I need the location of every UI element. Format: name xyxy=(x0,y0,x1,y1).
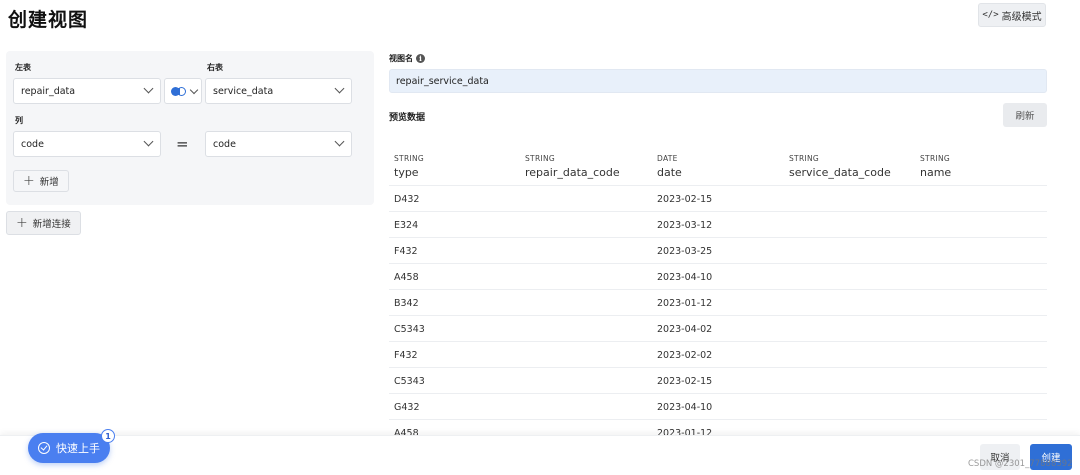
left-column-select[interactable]: code xyxy=(13,131,161,157)
table-cell: 2023-02-02 xyxy=(657,350,713,361)
table-row: D432 2023-02-15 xyxy=(389,186,1047,212)
column-type: STRING xyxy=(394,154,424,163)
table-row: G432 2023-04-10 xyxy=(389,394,1047,420)
table-cell: 2023-04-10 xyxy=(657,272,713,283)
column-header: STRING name xyxy=(920,154,951,179)
column-type: STRING xyxy=(525,154,555,163)
code-icon: </> xyxy=(982,10,999,20)
join-venn-icon xyxy=(171,86,186,96)
table-cell: 2023-04-02 xyxy=(657,324,713,335)
join-type-select[interactable] xyxy=(164,78,202,104)
chevron-down-icon xyxy=(143,136,154,147)
column-header: STRING repair_data_code xyxy=(525,154,620,179)
column-type: STRING xyxy=(789,154,819,163)
table-cell: B342 xyxy=(394,298,419,309)
quick-start-label: 快速上手 xyxy=(56,442,100,455)
table-cell: 2023-03-12 xyxy=(657,220,713,231)
chevron-down-icon xyxy=(334,136,345,147)
add-join-label: 新增连接 xyxy=(32,219,71,230)
table-cell: C5343 xyxy=(394,324,425,335)
add-condition-label: 新增 xyxy=(39,177,59,188)
left-table-label: 左表 xyxy=(15,63,31,72)
table-cell: 2023-02-15 xyxy=(657,376,713,387)
table-row: E324 2023-03-12 xyxy=(389,212,1047,238)
column-name: service_data_code xyxy=(789,166,891,179)
column-type: DATE xyxy=(657,154,678,163)
table-cell: F432 xyxy=(394,350,418,361)
right-table-value: service_data xyxy=(213,85,274,97)
join-config-panel: 左表 右表 repair_data service_data 列 code = … xyxy=(6,51,374,205)
advanced-mode-button[interactable]: </> 高级模式 xyxy=(978,3,1046,27)
add-join-button[interactable]: + 新增连接 xyxy=(6,211,81,235)
add-condition-button[interactable]: + 新增 xyxy=(13,170,69,192)
table-row: C5343 2023-04-02 xyxy=(389,316,1047,342)
table-header: STRING type STRING repair_data_code DATE da… xyxy=(389,149,1047,186)
table-cell: E324 xyxy=(394,220,419,231)
table-cell: D432 xyxy=(394,194,420,205)
preview-label: 预览数据 xyxy=(389,113,426,123)
chevron-down-icon xyxy=(143,83,154,94)
column-header: DATE date xyxy=(657,154,682,179)
column-header: STRING service_data_code xyxy=(789,154,891,179)
footer-bar xyxy=(0,435,1080,475)
view-name-label-text: 视图名 xyxy=(389,54,413,63)
table-cell: F432 xyxy=(394,246,418,257)
table-cell: A458 xyxy=(394,272,419,283)
column-name: date xyxy=(657,166,682,179)
right-table-label: 右表 xyxy=(207,63,223,72)
refresh-button[interactable]: 刷新 xyxy=(1003,103,1047,127)
page-title: 创建视图 xyxy=(8,9,89,31)
table-row: A458 2023-04-10 xyxy=(389,264,1047,290)
chevron-down-icon xyxy=(189,85,199,94)
right-table-select[interactable]: service_data xyxy=(205,78,352,104)
equals-operator: = xyxy=(176,135,189,153)
view-name-value: repair_service_data xyxy=(396,75,489,87)
right-column-value: code xyxy=(213,138,236,150)
notification-badge: 1 xyxy=(101,429,115,443)
watermark: CSDN @2301_77888392 xyxy=(968,459,1073,469)
plus-icon: + xyxy=(23,173,35,189)
column-name: name xyxy=(920,166,952,179)
plus-icon: + xyxy=(16,215,28,231)
view-name-label: 视图名 i xyxy=(389,53,425,64)
column-name: repair_data_code xyxy=(525,166,620,179)
table-cell: G432 xyxy=(394,402,420,413)
table-cell: 2023-01-12 xyxy=(657,298,713,309)
check-circle-icon xyxy=(38,442,50,454)
left-column-value: code xyxy=(21,138,44,150)
advanced-mode-label: 高级模式 xyxy=(1001,11,1042,23)
column-type: STRING xyxy=(920,154,950,163)
table-body: D432 2023-02-15 E324 2023-03-12 F432 2023-03-… xyxy=(389,186,1047,446)
table-cell: 2023-03-25 xyxy=(657,246,713,257)
table-row: F432 2023-03-25 xyxy=(389,238,1047,264)
table-cell: 2023-02-15 xyxy=(657,194,713,205)
column-name: type xyxy=(394,166,419,179)
info-icon[interactable]: i xyxy=(416,54,425,63)
column-header: STRING type xyxy=(394,154,424,179)
table-row: C5343 2023-02-15 xyxy=(389,368,1047,394)
table-cell: 2023-04-10 xyxy=(657,402,713,413)
left-table-value: repair_data xyxy=(21,85,76,97)
view-name-input[interactable]: repair_service_data xyxy=(389,69,1047,93)
table-cell: C5343 xyxy=(394,376,425,387)
left-table-select[interactable]: repair_data xyxy=(13,78,161,104)
column-label: 列 xyxy=(15,116,23,125)
preview-table: STRING type STRING repair_data_code DATE da… xyxy=(389,149,1047,446)
right-column-select[interactable]: code xyxy=(205,131,352,157)
quick-start-button[interactable]: 快速上手 xyxy=(28,433,110,463)
chevron-down-icon xyxy=(334,83,345,94)
table-row: F432 2023-02-02 xyxy=(389,342,1047,368)
table-row: B342 2023-01-12 xyxy=(389,290,1047,316)
